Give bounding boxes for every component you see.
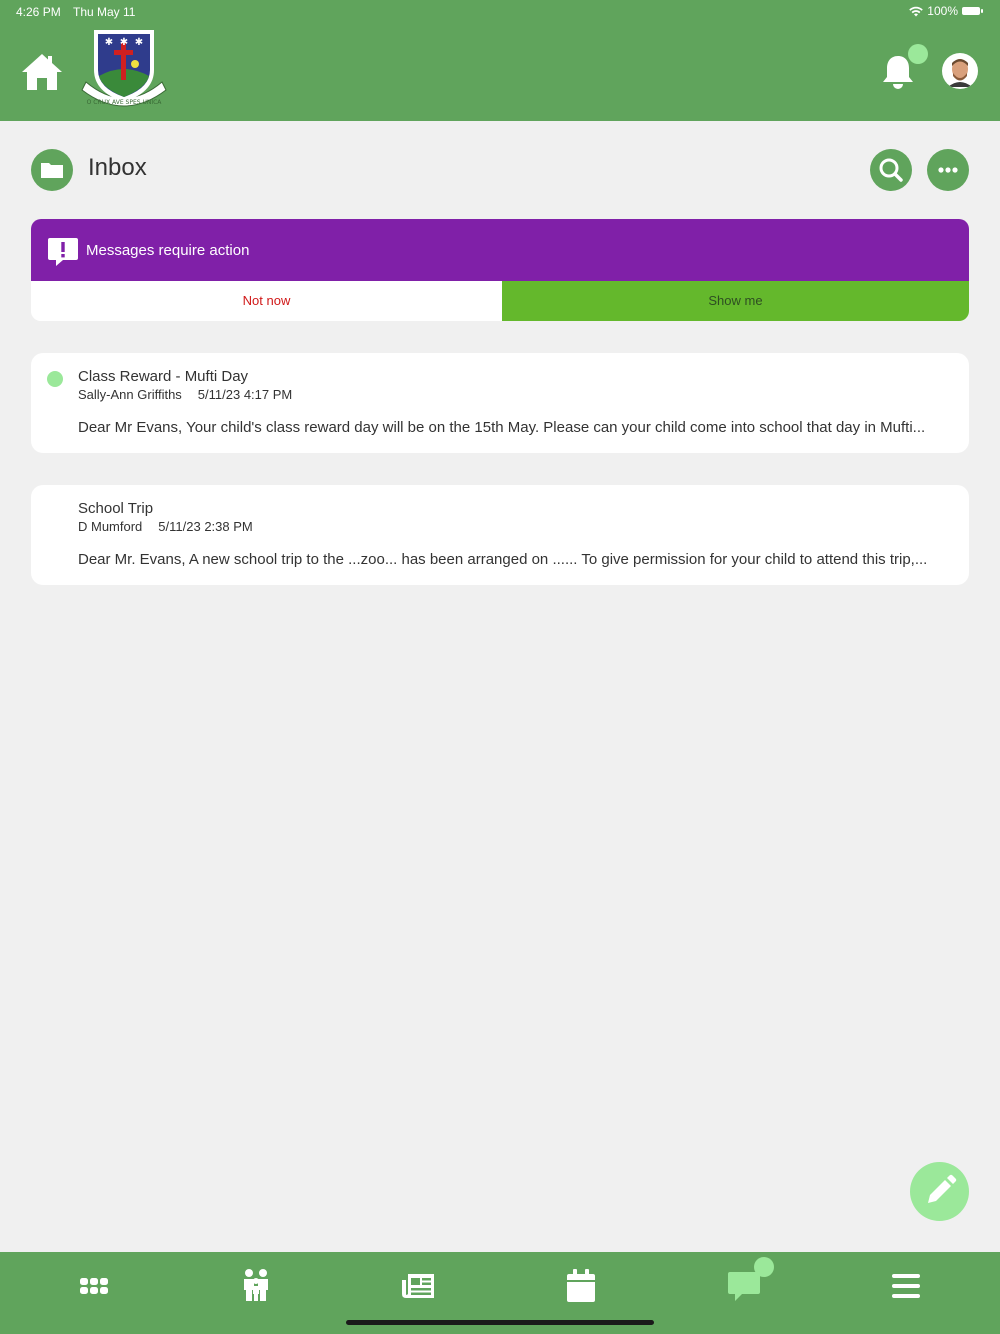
calendar-icon: [567, 1269, 595, 1302]
svg-text:✱: ✱: [120, 37, 128, 48]
inbox-folder-button[interactable]: [31, 149, 73, 191]
nav-calendar[interactable]: [561, 1266, 601, 1306]
message-sender: D Mumford: [78, 519, 143, 534]
battery-percent: 100%: [927, 4, 958, 18]
message-meta: D Mumford 5/11/23 2:38 PM: [78, 519, 253, 534]
message-preview: Dear Mr. Evans, A new school trip to the…: [78, 551, 928, 568]
folder-icon: [41, 163, 63, 178]
news-icon: [402, 1274, 434, 1298]
home-indicator: [346, 1320, 654, 1325]
wifi-icon: [909, 6, 924, 16]
page-title: Inbox: [88, 154, 147, 181]
banner-header: Messages require action: [31, 219, 969, 281]
search-button[interactable]: [870, 149, 912, 191]
unread-indicator: [47, 371, 63, 387]
message-date: 5/11/23 4:17 PM: [197, 387, 293, 402]
status-right: 100%: [909, 4, 983, 18]
status-time: 4:26 PM: [16, 5, 61, 19]
message-meta: Sally-Ann Griffiths 5/11/23 4:17 PM: [78, 387, 292, 402]
pencil-icon: [928, 1174, 957, 1203]
banner-text: Messages require action: [86, 242, 250, 259]
message-sender: Sally-Ann Griffiths: [78, 387, 182, 402]
user-avatar[interactable]: [942, 53, 978, 89]
not-now-button[interactable]: Not now: [31, 281, 502, 321]
more-options-button[interactable]: [927, 149, 969, 191]
message-subject: School Trip: [78, 500, 154, 517]
message-item[interactable]: School Trip D Mumford 5/11/23 2:38 PM Dea…: [31, 485, 969, 585]
notification-dot: [908, 44, 928, 64]
school-crest-logo: ✱ ✱ ✱ O CRUX AVE SPES UNICA: [78, 26, 170, 114]
search-icon: [879, 158, 903, 182]
messages-badge-dot: [754, 1257, 774, 1277]
status-date: Thu May 11: [73, 5, 136, 19]
compose-button[interactable]: [910, 1162, 969, 1221]
home-button[interactable]: [20, 50, 64, 94]
family-icon: [244, 1269, 268, 1301]
svg-text:O CRUX AVE SPES UNICA: O CRUX AVE SPES UNICA: [87, 99, 163, 106]
alert-message-icon: [48, 238, 78, 266]
show-me-button[interactable]: Show me: [502, 281, 969, 321]
menu-icon: [892, 1274, 920, 1298]
apps-grid-icon: [80, 1278, 108, 1294]
message-subject: Class Reward - Mufti Day: [78, 368, 249, 385]
nav-apps[interactable]: [74, 1266, 114, 1306]
app-header: 4:26 PM Thu May 11 100% ✱ ✱ ✱ O CRUX AVE…: [0, 0, 1000, 121]
message-item[interactable]: Class Reward - Mufti Day Sally-Ann Griff…: [31, 353, 969, 453]
nav-family[interactable]: [236, 1266, 276, 1306]
nav-news[interactable]: [398, 1266, 438, 1306]
svg-text:✱: ✱: [135, 37, 143, 48]
page-heading: Inbox: [31, 148, 969, 192]
status-bar: 4:26 PM Thu May 11 100%: [0, 0, 1000, 24]
nav-menu[interactable]: [886, 1266, 926, 1306]
svg-text:✱: ✱: [105, 37, 113, 48]
ellipsis-icon: [938, 167, 958, 173]
home-icon: [22, 54, 62, 90]
message-preview: Dear Mr Evans, Your child's class reward…: [78, 419, 926, 436]
battery-icon: [962, 7, 983, 15]
action-required-banner: Messages require action Not now Show me: [31, 219, 969, 321]
message-date: 5/11/23 2:38 PM: [158, 519, 253, 534]
